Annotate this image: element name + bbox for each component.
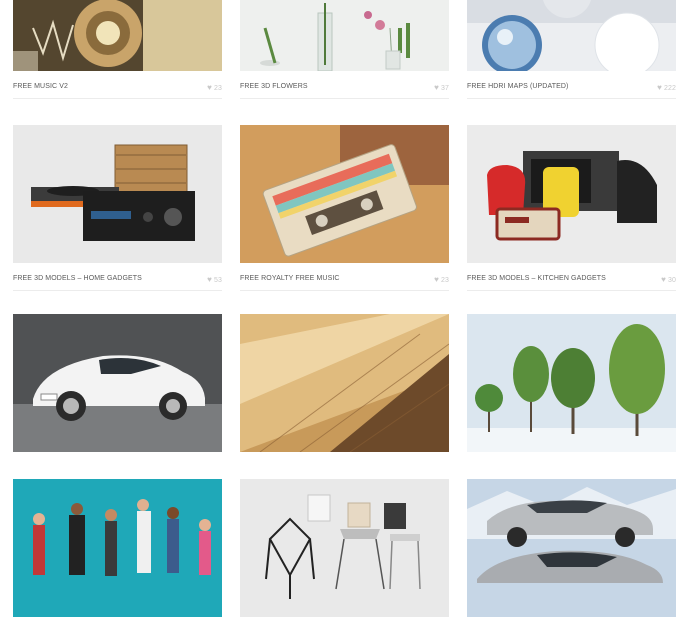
card-meta: FREE HDRI MAPS (UPDATED) ♥ 222	[467, 81, 676, 93]
kitchen-gadgets-image	[467, 125, 676, 263]
card-meta: FREE 3D FLOWERS ♥ 37	[240, 81, 449, 93]
delorean-image	[467, 479, 676, 617]
divider	[13, 290, 222, 291]
like-count[interactable]: ♥ 222	[657, 83, 676, 92]
like-count[interactable]: ♥ 37	[434, 83, 449, 92]
card-title[interactable]: FREE MUSIC V2	[13, 83, 68, 90]
like-count[interactable]: ♥ 53	[207, 275, 222, 284]
people-thumbnail[interactable]	[13, 479, 222, 617]
card-meta: FREE 3D MODELS – KITCHEN GADGETS ♥ 30	[467, 273, 676, 285]
card-meta: FREE ROYALTY FREE MUSIC ♥ 23	[240, 273, 449, 285]
heart-icon: ♥	[434, 275, 439, 284]
like-count[interactable]: ♥ 30	[661, 275, 676, 284]
like-count-value: 30	[668, 277, 676, 284]
heart-icon: ♥	[661, 275, 666, 284]
white-car-thumbnail[interactable]	[13, 314, 222, 452]
divider	[13, 98, 222, 99]
card-title[interactable]: FREE 3D MODELS – KITCHEN GADGETS	[467, 275, 606, 282]
like-count-value: 23	[441, 277, 449, 284]
white-car-image	[13, 314, 222, 452]
royalty-free-music-thumbnail[interactable]	[240, 125, 449, 263]
hdri-maps-thumbnail[interactable]	[467, 0, 676, 71]
heart-icon: ♥	[207, 275, 212, 284]
like-count-value: 222	[664, 85, 676, 92]
like-count[interactable]: ♥ 23	[207, 83, 222, 92]
trees-image	[467, 314, 676, 452]
people-image	[13, 479, 222, 617]
card-title[interactable]: FREE 3D FLOWERS	[240, 83, 308, 90]
divider	[240, 98, 449, 99]
3d-flowers-image	[240, 0, 449, 71]
trees-thumbnail[interactable]	[467, 314, 676, 452]
divider	[467, 98, 676, 99]
card-title[interactable]: FREE ROYALTY FREE MUSIC	[240, 275, 340, 282]
kitchen-gadgets-thumbnail[interactable]	[467, 125, 676, 263]
home-gadgets-thumbnail[interactable]	[13, 125, 222, 263]
like-count-value: 53	[214, 277, 222, 284]
heart-icon: ♥	[657, 83, 663, 92]
card-meta: FREE MUSIC V2 ♥ 23	[13, 81, 222, 93]
chairs-thumbnail[interactable]	[240, 479, 449, 617]
delorean-thumbnail[interactable]	[467, 479, 676, 617]
like-count[interactable]: ♥ 23	[434, 275, 449, 284]
home-gadgets-image	[13, 125, 222, 263]
music-v2-thumbnail[interactable]	[13, 0, 222, 71]
card-meta: FREE 3D MODELS – HOME GADGETS ♥ 53	[13, 273, 222, 285]
royalty-free-music-image	[240, 125, 449, 263]
hdri-maps-image	[467, 0, 676, 71]
heart-icon: ♥	[434, 83, 439, 92]
card-title[interactable]: FREE HDRI MAPS (UPDATED)	[467, 83, 568, 90]
like-count-value: 23	[214, 85, 222, 92]
divider	[240, 290, 449, 291]
3d-flowers-thumbnail[interactable]	[240, 0, 449, 71]
heart-icon: ♥	[207, 83, 212, 92]
music-v2-image	[13, 0, 222, 71]
card-title[interactable]: FREE 3D MODELS – HOME GADGETS	[13, 275, 142, 282]
chairs-image	[240, 479, 449, 617]
wood-floor-image	[240, 314, 449, 452]
like-count-value: 37	[441, 85, 449, 92]
wood-floor-thumbnail[interactable]	[240, 314, 449, 452]
divider	[467, 290, 676, 291]
